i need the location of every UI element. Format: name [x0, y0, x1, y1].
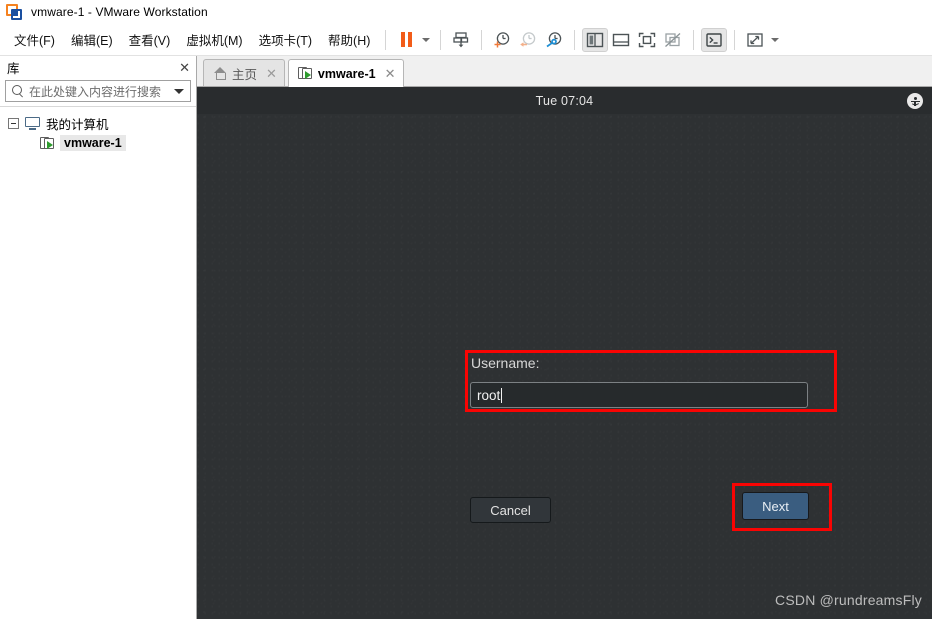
clock-back-icon — [520, 31, 536, 47]
vm-running-icon — [297, 67, 313, 80]
tab-vmware-1[interactable]: vmware-1 ✕ — [287, 59, 404, 87]
collapse-icon[interactable] — [8, 117, 19, 129]
library-header: 库 ✕ — [0, 56, 196, 78]
toolbar-separator — [385, 29, 387, 50]
vm-guest-screen[interactable]: Tue 07:04 Username: root Cancel Next CSD… — [197, 87, 932, 619]
vmware-logo-icon — [6, 3, 23, 21]
expand-arrows-icon — [747, 32, 764, 47]
search-input[interactable]: 在此处键入内容进行搜索 — [5, 80, 191, 102]
username-label: Username: — [471, 355, 540, 371]
window-title: vmware-1 - VMware Workstation — [31, 5, 208, 19]
username-value: root — [477, 387, 501, 403]
main-body: 库 ✕ 在此处键入内容进行搜索 我的计算机 vmware-1 主页 ✕ vmwa… — [0, 56, 932, 619]
title-bar: vmware-1 - VMware Workstation — [0, 0, 932, 24]
console-button[interactable] — [701, 27, 728, 52]
library-title: 库 — [7, 61, 20, 76]
menu-help[interactable]: 帮助(H) — [320, 26, 378, 53]
toolbar-separator — [734, 29, 736, 50]
home-icon — [213, 66, 227, 80]
bottom-panel-icon — [613, 33, 630, 46]
menu-tabs[interactable]: 选项卡(T) — [251, 26, 320, 53]
tree-item-my-computer[interactable]: 我的计算机 — [0, 113, 196, 133]
tree-item-label: vmware-1 — [60, 135, 126, 151]
cancel-button[interactable]: Cancel — [470, 497, 551, 523]
vm-running-icon — [40, 136, 55, 150]
toolbar-separator — [693, 29, 695, 50]
sidebar-panel-icon — [587, 32, 604, 47]
close-icon[interactable]: ✕ — [179, 61, 190, 74]
username-input[interactable]: root — [470, 382, 808, 408]
computer-icon — [25, 116, 40, 130]
vmware-workstation-window: vmware-1 - VMware Workstation 文件(F) 编辑(E… — [0, 0, 932, 619]
search-placeholder: 在此处键入内容进行搜索 — [29, 84, 162, 99]
fullscreen-icon — [639, 32, 656, 47]
chevron-down-icon — [771, 37, 780, 42]
snapshot-icon — [453, 31, 469, 47]
watermark: CSDN @rundreamsFly — [775, 592, 922, 608]
toolbar-separator — [481, 29, 483, 50]
snapshot-manager-button[interactable] — [541, 28, 567, 52]
pause-icon — [400, 32, 412, 47]
tab-label: 主页 — [232, 67, 258, 82]
tab-label: vmware-1 — [317, 66, 376, 81]
toolbar-separator — [440, 29, 442, 50]
tab-home[interactable]: 主页 ✕ — [203, 59, 285, 86]
text-cursor — [501, 387, 503, 403]
clock-wrench-icon — [546, 31, 562, 47]
menu-edit[interactable]: 编辑(E) — [63, 26, 121, 53]
menu-toolbar: 文件(F) 编辑(E) 查看(V) 虚拟机(M) 选项卡(T) 帮助(H) — [0, 24, 932, 56]
clock-plus-icon — [494, 31, 510, 47]
library-sidebar: 库 ✕ 在此处键入内容进行搜索 我的计算机 vmware-1 — [0, 56, 197, 619]
take-snapshot-button[interactable] — [489, 28, 515, 52]
vm-pane: 主页 ✕ vmware-1 ✕ Tue 07:04 Username: root… — [197, 56, 932, 619]
snapshot-button[interactable] — [448, 28, 474, 52]
chevron-down-icon — [422, 37, 431, 42]
tree-item-label: 我的计算机 — [46, 117, 109, 132]
search-icon — [12, 84, 25, 98]
menu-file[interactable]: 文件(F) — [6, 26, 63, 53]
menu-vm[interactable]: 虚拟机(M) — [178, 26, 250, 53]
suspend-button[interactable] — [393, 28, 419, 52]
unity-button[interactable] — [660, 28, 686, 52]
fullscreen-button[interactable] — [634, 28, 660, 52]
power-dropdown[interactable] — [419, 29, 433, 51]
revert-snapshot-button[interactable] — [515, 28, 541, 52]
close-icon[interactable]: ✕ — [266, 67, 277, 80]
library-tree: 我的计算机 vmware-1 — [0, 106, 196, 619]
close-icon[interactable]: ✕ — [385, 67, 396, 80]
stretch-dropdown[interactable] — [768, 29, 782, 51]
unity-icon — [665, 32, 681, 47]
tree-item-vmware-1[interactable]: vmware-1 — [0, 133, 196, 153]
next-button[interactable]: Next — [742, 492, 809, 520]
terminal-icon — [706, 32, 723, 47]
toolbar-separator — [574, 29, 576, 50]
stretch-button[interactable] — [742, 28, 768, 52]
show-thumbnails-button[interactable] — [608, 28, 634, 52]
menu-view[interactable]: 查看(V) — [121, 26, 179, 53]
show-library-button[interactable] — [582, 27, 609, 52]
login-form: Username: root Cancel Next — [197, 87, 932, 619]
library-search-wrap: 在此处键入内容进行搜索 — [0, 78, 196, 106]
tab-strip: 主页 ✕ vmware-1 ✕ — [197, 56, 932, 87]
chevron-down-icon[interactable] — [174, 88, 184, 94]
